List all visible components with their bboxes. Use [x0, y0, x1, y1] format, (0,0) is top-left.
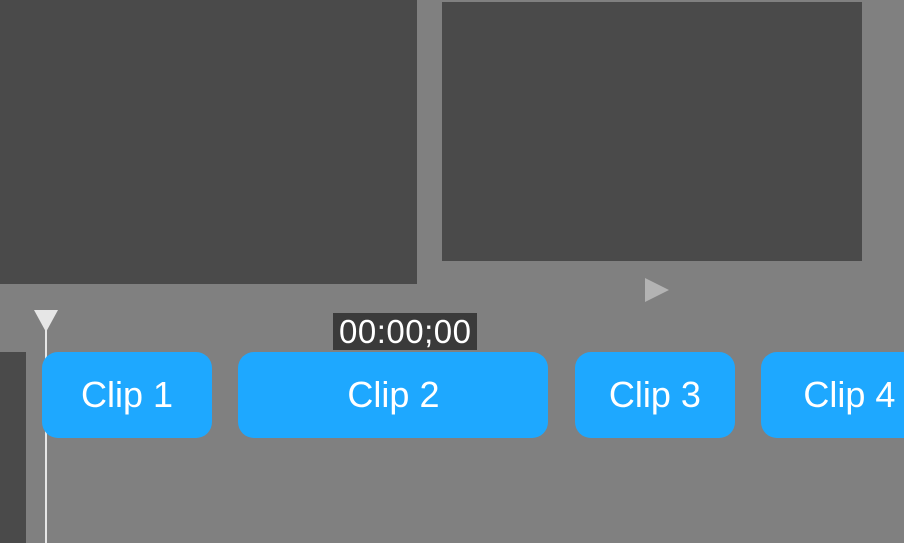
- editor-stage: 00:00;00 Clip 1 Clip 2 Clip 3 Clip 4: [0, 0, 904, 543]
- timeline-clip[interactable]: Clip 1: [42, 352, 212, 438]
- timeline-clip[interactable]: Clip 3: [575, 352, 735, 438]
- program-monitor: [440, 0, 864, 263]
- play-button[interactable]: [642, 278, 672, 302]
- timeline-track[interactable]: Clip 1 Clip 2 Clip 3 Clip 4: [42, 352, 904, 438]
- timeline-clip[interactable]: Clip 4: [761, 352, 904, 438]
- timeline-left-gutter: [0, 352, 26, 543]
- timecode-display[interactable]: 00:00;00: [333, 313, 477, 350]
- source-monitor: [0, 0, 417, 284]
- playhead-marker-icon: [34, 310, 58, 332]
- timeline-clip[interactable]: Clip 2: [238, 352, 548, 438]
- play-icon: [642, 278, 672, 302]
